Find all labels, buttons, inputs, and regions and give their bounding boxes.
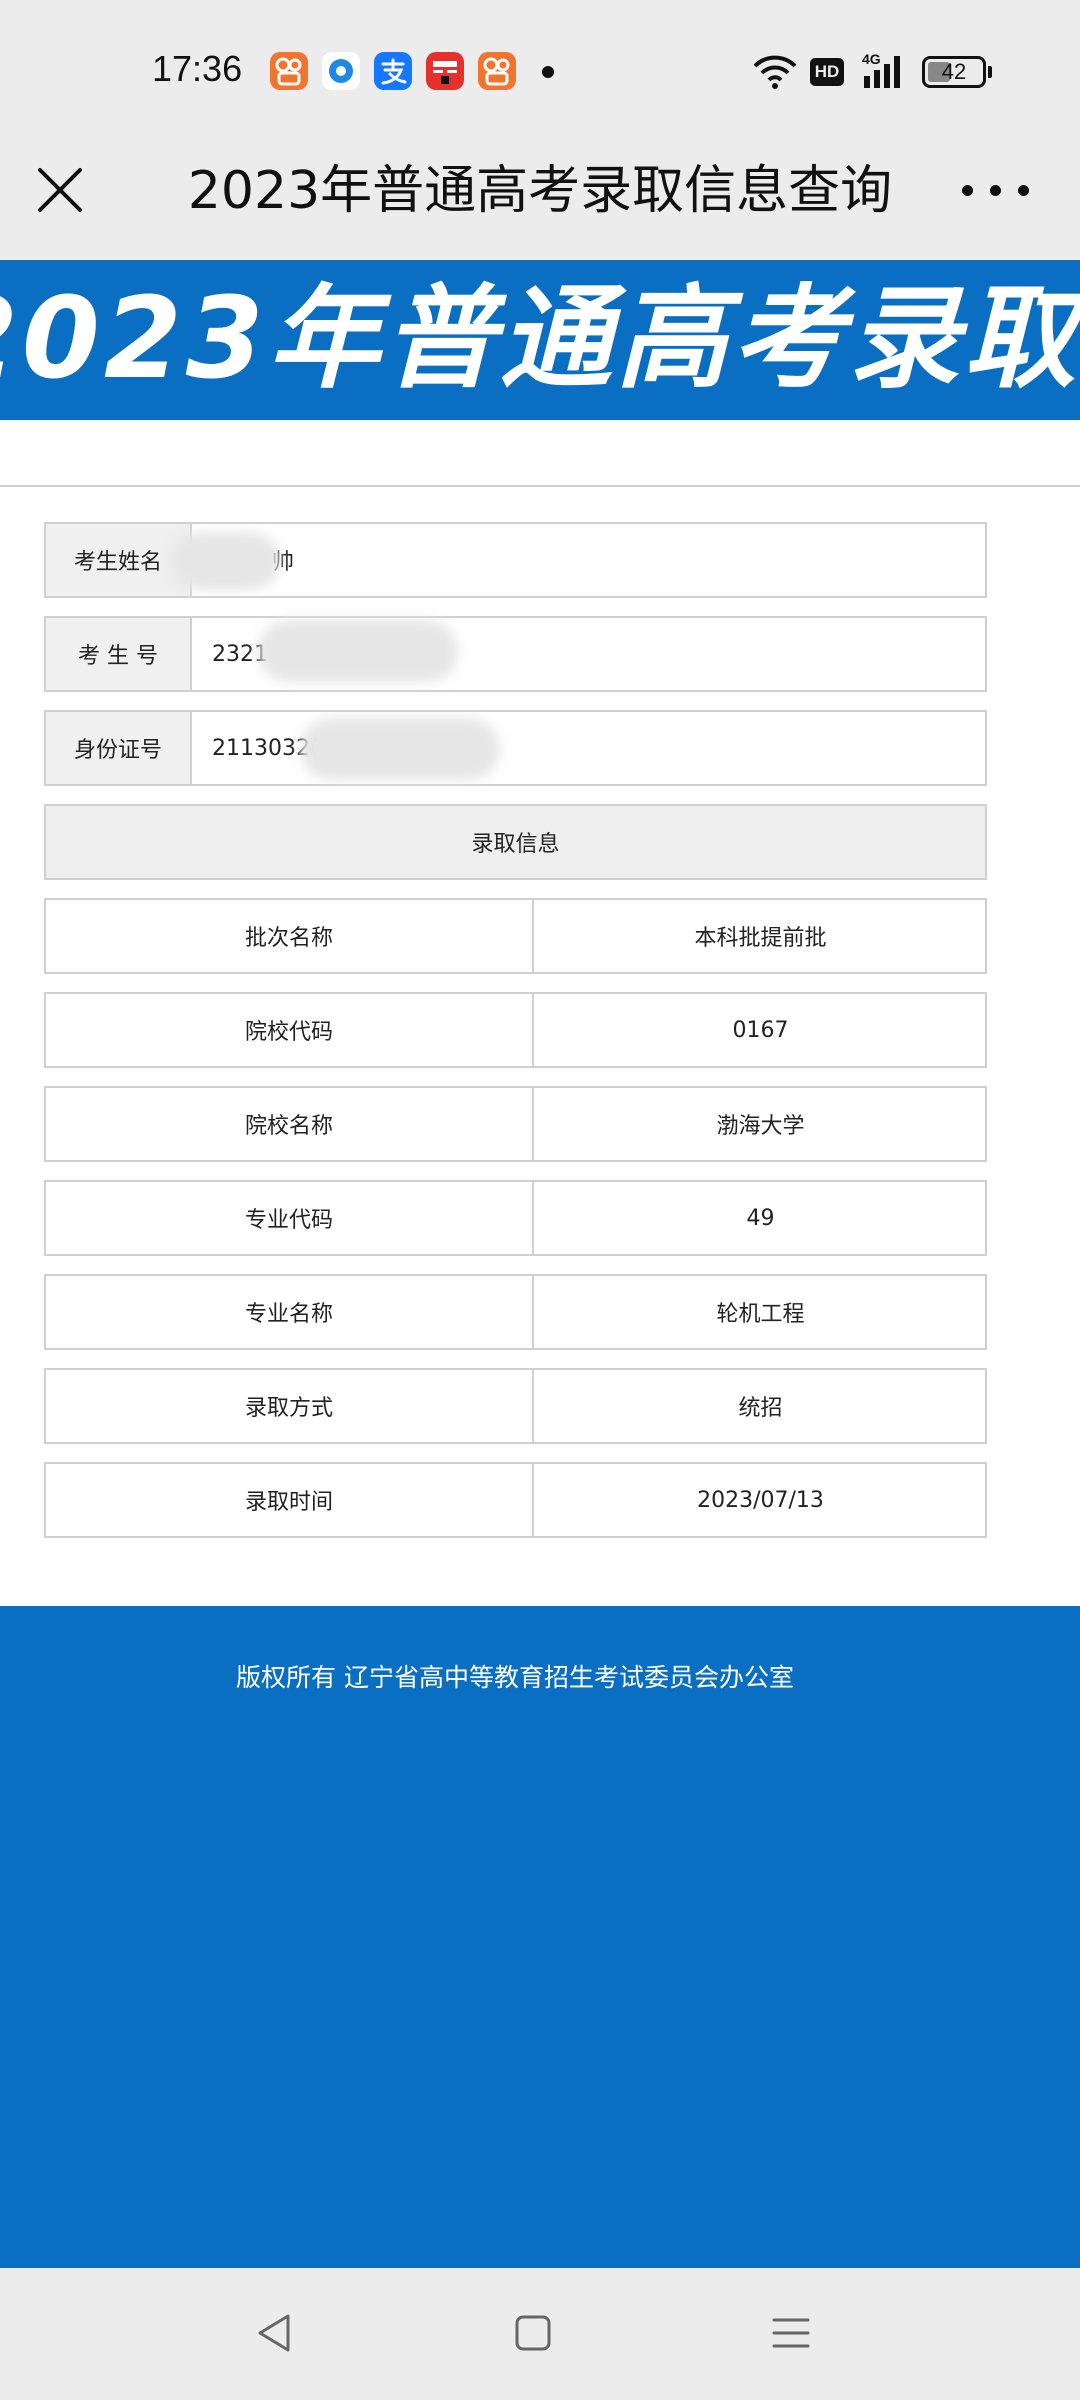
admission-method-label: 录取方式 [46, 1370, 534, 1442]
svg-text:4G: 4G [862, 51, 881, 67]
banner: 2023年普通高考录取信息查询 [0, 260, 1080, 420]
admission-time-value: 2023/07/13 [697, 1487, 824, 1513]
table-row: 录取方式 统招 [44, 1368, 987, 1444]
id-number-row: 身份证号 2113032( [44, 710, 987, 786]
browser-icon [322, 52, 360, 90]
notification-dot-icon [542, 66, 554, 78]
query-result-panel: 考生姓名 帅 考 生 号 2321 身份证号 2113032( 录取信息 批次名… [0, 420, 1080, 1606]
news-icon [426, 52, 464, 90]
battery-tip [988, 66, 992, 78]
status-time: 17:36 [152, 48, 243, 89]
signal-icon: 4G [860, 50, 910, 94]
divider [0, 485, 1080, 487]
alipay-icon [374, 52, 412, 90]
major-name-label: 专业名称 [46, 1276, 534, 1348]
table-row: 专业名称 轮机工程 [44, 1274, 987, 1350]
wifi-icon [752, 52, 798, 96]
page-title: 2023年普通高考录取信息查询 [187, 161, 893, 221]
redaction-mark [170, 532, 280, 590]
kuaishou-icon [270, 52, 308, 90]
table-row: 院校名称 渤海大学 [44, 1086, 987, 1162]
batch-name-value: 本科批提前批 [694, 926, 827, 951]
status-bar: 17:36 HD 4G 42 [0, 0, 1080, 140]
battery-level-text: 42 [941, 59, 967, 84]
major-code-label: 专业代码 [46, 1182, 534, 1254]
banner-text: 2023年普通高考录取信息查询 [0, 274, 1080, 404]
major-name-value: 轮机工程 [716, 1302, 805, 1327]
footer: 版权所有 辽宁省高中等教育招生考试委员会办公室 [0, 1606, 1080, 2268]
title-bar: 2023年普通高考录取信息查询 [0, 140, 1080, 260]
school-code-value: 0167 [732, 1017, 789, 1043]
admission-method-value: 统招 [738, 1396, 783, 1421]
batch-name-label: 批次名称 [46, 900, 534, 972]
table-row: 专业代码 49 [44, 1180, 987, 1256]
close-icon[interactable] [30, 160, 90, 220]
hd-badge: HD [810, 58, 844, 86]
menu-icon[interactable] [756, 2298, 826, 2368]
table-row: 院校代码 0167 [44, 992, 987, 1068]
copyright-text: 版权所有 辽宁省高中等教育招生考试委员会办公室 [236, 1663, 794, 1692]
admission-info-title: 录取信息 [471, 832, 560, 857]
table-row: 录取时间 2023/07/13 [44, 1462, 987, 1538]
system-nav-bar [0, 2268, 1080, 2400]
exam-number-label: 考 生 号 [46, 618, 192, 690]
back-icon[interactable] [240, 2298, 310, 2368]
id-number-label: 身份证号 [46, 712, 192, 784]
school-code-label: 院校代码 [46, 994, 534, 1066]
kuaishou-icon [478, 52, 516, 90]
redaction-mark [258, 620, 458, 682]
admission-info-header: 录取信息 [44, 804, 987, 880]
school-name-value: 渤海大学 [716, 1114, 805, 1139]
home-icon[interactable] [498, 2298, 568, 2368]
redaction-mark [300, 718, 500, 780]
more-options-icon[interactable] [960, 170, 1032, 210]
school-name-label: 院校名称 [46, 1088, 534, 1160]
table-row: 批次名称 本科批提前批 [44, 898, 987, 974]
candidate-name-value: 帅 [194, 524, 985, 596]
admission-time-label: 录取时间 [46, 1464, 534, 1536]
major-code-value: 49 [746, 1205, 775, 1231]
battery-icon: 42 [922, 56, 986, 88]
exam-number-row: 考 生 号 2321 [44, 616, 987, 692]
